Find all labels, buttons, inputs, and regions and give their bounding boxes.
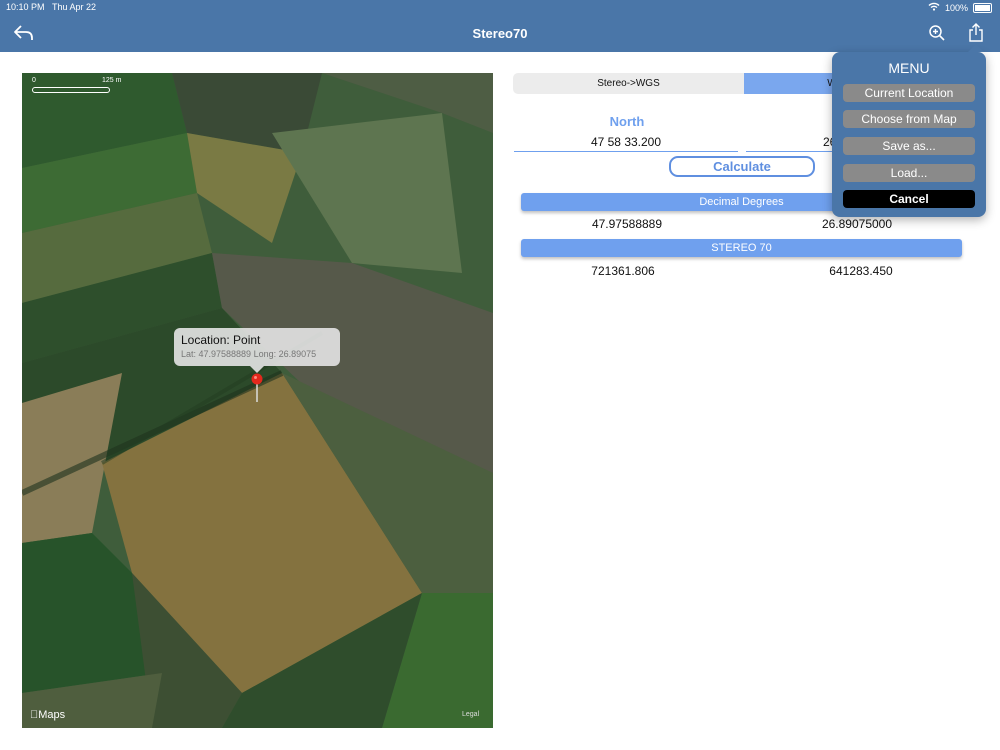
north-label: North [609,114,645,129]
menu-title: MENU [888,60,930,76]
menu-popover: MENU Current Location Choose from Map Sa… [832,44,986,217]
battery-percent: 100% [944,2,968,13]
segment-stereo-to-wgs[interactable]: Stereo->WGS [513,73,744,94]
location-callout[interactable]: Location: Point Lat: 47.97588889 Long: 2… [174,328,340,373]
battery-icon [973,2,992,13]
north-input[interactable] [514,133,738,152]
stereo70-y-value: 641283.450 [829,264,893,278]
choose-from-map-button[interactable]: Choose from Map [843,110,975,128]
navigation-bar: 10:10 PM Thu Apr 22 100% Stereo70 [0,0,1000,52]
satellite-map[interactable]: 0 125 m Location: Point Lat: 47.97588889… [22,73,493,728]
page-title: Stereo70 [472,26,528,41]
zoom-in-icon [929,25,945,41]
maps-logo-text: Maps [30,709,65,721]
map-pin-icon[interactable] [250,373,264,403]
callout-coordinates: Lat: 47.97588889 Long: 26.89075 [181,349,317,359]
decimal-latitude-value: 47.97588889 [591,217,663,231]
stereo70-header: STEREO 70 [521,239,962,257]
status-time: 10:10 PM [6,2,45,12]
wifi-icon [928,2,940,13]
scale-bar [32,87,110,93]
decimal-longitude-value: 26.89075000 [821,217,893,231]
save-as-button[interactable]: Save as... [843,137,975,155]
current-location-button[interactable]: Current Location [843,84,975,102]
stereo70-x-value: 721361.806 [591,264,655,278]
calculate-button[interactable]: Calculate [669,156,815,177]
share-icon [969,23,983,42]
zoom-button[interactable] [925,22,949,44]
load-button[interactable]: Load... [843,164,975,182]
share-button[interactable] [964,22,988,44]
callout-title: Location: Point [181,333,261,347]
scale-distance-label: 125 m [102,77,122,84]
status-indicators: 100% [928,2,992,13]
maps-logo: Maps [30,709,65,721]
status-date: Thu Apr 22 [52,2,97,12]
legal-link[interactable]: Legal [462,711,479,718]
cancel-button[interactable]: Cancel [843,190,975,208]
scale-zero-label: 0 [32,77,36,84]
